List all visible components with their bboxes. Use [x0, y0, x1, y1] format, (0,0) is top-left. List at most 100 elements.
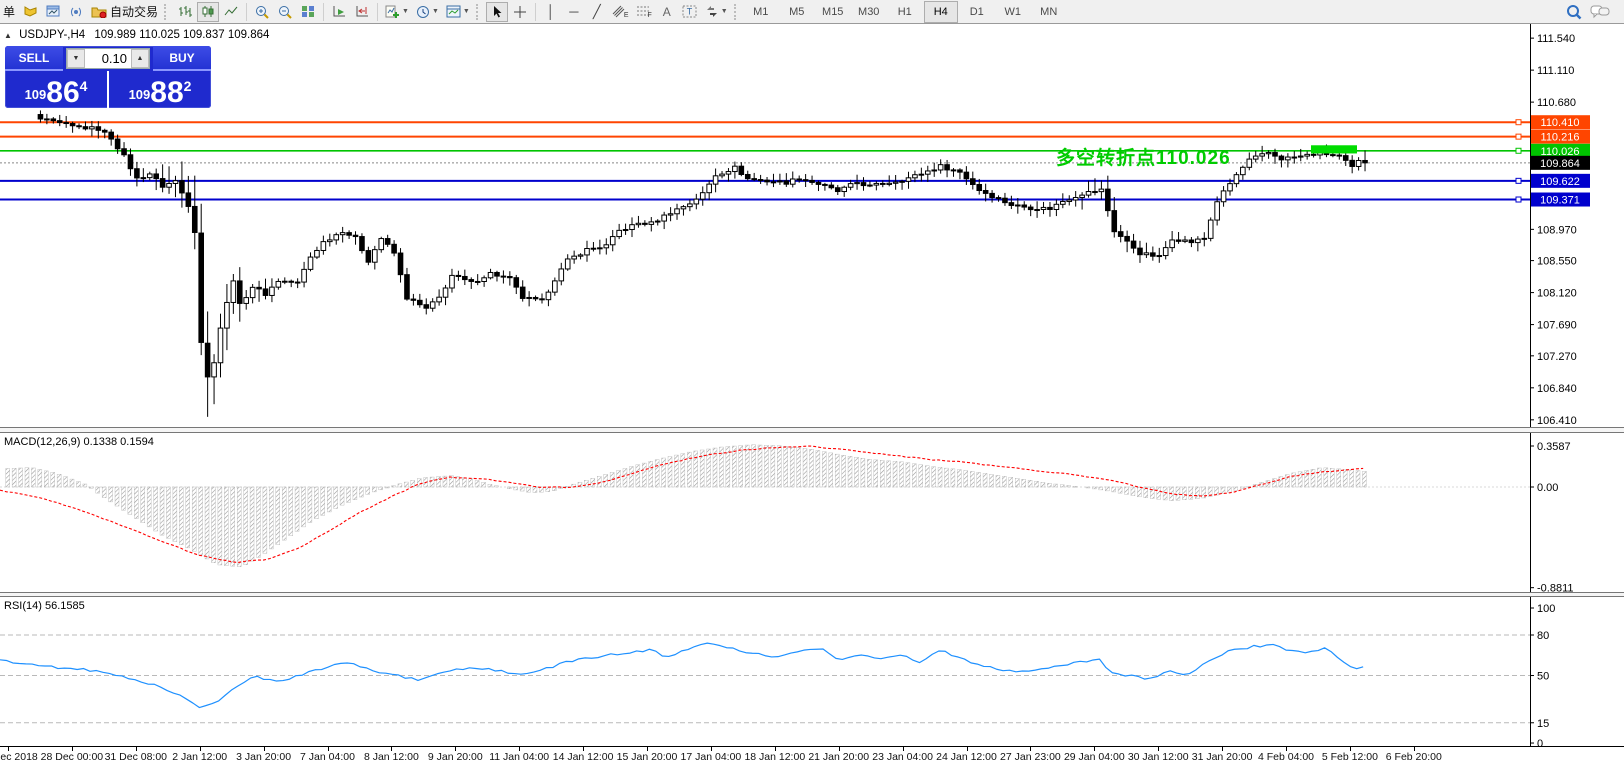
axis-tick-label: 15 [1537, 718, 1549, 730]
horizontal-line-icon: ─ [569, 5, 578, 18]
time-axis-label: 4 Feb 04:00 [1258, 751, 1314, 763]
chart-shift-button[interactable] [351, 2, 373, 22]
candle [578, 255, 583, 256]
text-label-tool[interactable]: T [679, 2, 701, 22]
candle [205, 343, 210, 377]
bar-chart-icon[interactable] [174, 2, 196, 22]
tf-mn-button[interactable]: MN [1032, 1, 1066, 23]
volume-decrease-button[interactable]: ▼ [67, 49, 85, 68]
templates-button[interactable]: ▼ [443, 2, 473, 22]
candlestick-chart-icon[interactable] [197, 2, 219, 22]
periods-button[interactable]: ▼ [413, 2, 442, 22]
price-chart[interactable]: 111.540111.110110.680108.970108.550108.1… [0, 24, 1624, 428]
axis-tick-label: 111.110 [1537, 65, 1574, 77]
autotrading-button[interactable]: 自动交易 [88, 2, 161, 22]
candle [514, 278, 519, 287]
crosshair-button[interactable] [509, 2, 531, 22]
tile-windows-button[interactable] [297, 2, 319, 22]
candle [1221, 191, 1226, 202]
toolbar-grip[interactable] [164, 4, 171, 20]
trendline-tool[interactable]: ╱ [586, 2, 608, 22]
axis-tick-label: 106.840 [1537, 383, 1577, 395]
zoom-in-icon [255, 5, 270, 19]
toolbar-separator [323, 3, 324, 21]
time-axis: 26 Dec 201828 Dec 00:0031 Dec 08:002 Jan… [0, 746, 1624, 768]
order-book-icon[interactable] [19, 2, 41, 22]
sell-price[interactable]: 109 86 4 [5, 71, 107, 108]
auto-scroll-button[interactable] [328, 2, 350, 22]
candle [257, 287, 262, 289]
window-icon [46, 5, 61, 18]
tf-d1-button[interactable]: D1 [960, 1, 994, 23]
fibonacci-tool[interactable]: F [633, 2, 655, 22]
rsi-chart[interactable]: 1008050150 [0, 597, 1624, 746]
horizontal-line-tool[interactable]: ─ [563, 2, 585, 22]
tf-h4-button[interactable]: H4 [924, 1, 958, 23]
toolbar-grip[interactable] [734, 4, 741, 20]
candle [1061, 201, 1066, 204]
candle [83, 127, 88, 129]
toolbar-grip[interactable] [476, 4, 483, 20]
candle [302, 269, 307, 282]
tf-m30-button[interactable]: M30 [852, 1, 886, 23]
candle [1228, 184, 1233, 191]
signals-icon[interactable] [65, 2, 87, 22]
candle [102, 130, 107, 132]
candle [983, 191, 988, 194]
text-tool[interactable]: A [656, 2, 678, 22]
sell-button[interactable]: SELL [5, 46, 63, 71]
tf-m5-button[interactable]: M5 [780, 1, 814, 23]
candle [405, 275, 410, 299]
zoom-out-button[interactable] [274, 2, 296, 22]
candle [919, 174, 924, 175]
buy-price[interactable]: 109 88 2 [109, 71, 211, 108]
candle [347, 233, 352, 236]
dropdown-arrow-icon: ▼ [402, 8, 409, 15]
candle [617, 230, 622, 236]
cursor-button[interactable] [486, 2, 508, 22]
arrows-tool[interactable]: ▼ [702, 2, 731, 22]
tf-m15-button[interactable]: M15 [816, 1, 850, 23]
clock-icon [416, 5, 430, 19]
candle [398, 253, 403, 275]
candle [340, 233, 345, 235]
candle [996, 198, 1001, 199]
zoom-in-button[interactable] [251, 2, 273, 22]
candle [1073, 198, 1078, 201]
chat-icon[interactable] [1590, 4, 1610, 19]
indicators-button[interactable]: ▼ [382, 2, 412, 22]
level-annotation-text: 多空转折点110.026 [1056, 143, 1231, 170]
channel-tool[interactable]: E [609, 2, 632, 22]
chart-window-icon[interactable] [42, 2, 64, 22]
time-axis-label: 6 Feb 20:00 [1386, 751, 1442, 763]
buy-button[interactable]: BUY [153, 46, 211, 71]
vertical-line-tool[interactable]: │ [540, 2, 562, 22]
candle [1260, 154, 1265, 156]
toolbar-right [1566, 4, 1624, 20]
book-icon [23, 5, 38, 18]
tf-m1-button[interactable]: M1 [744, 1, 778, 23]
candle [835, 188, 840, 192]
time-axis-label: 31 Dec 08:00 [105, 751, 167, 763]
new-order-label[interactable]: 单 [0, 3, 18, 20]
candle [508, 277, 513, 278]
volume-increase-button[interactable]: ▲ [131, 49, 149, 68]
search-icon[interactable] [1566, 4, 1582, 20]
text-icon: A [663, 6, 671, 18]
candle [154, 174, 159, 179]
line-chart-icon[interactable] [220, 2, 242, 22]
axis-tick-label: 0.3587 [1537, 441, 1571, 453]
candle [501, 276, 506, 277]
volume-input[interactable] [85, 49, 131, 68]
candle [778, 181, 783, 182]
candle [745, 174, 750, 178]
candle [790, 179, 795, 184]
tf-h1-button[interactable]: H1 [888, 1, 922, 23]
axis-tick-label: 107.270 [1537, 351, 1577, 363]
collapse-icon[interactable]: ▲ [4, 31, 12, 40]
tf-w1-button[interactable]: W1 [996, 1, 1030, 23]
axis-tick-label: 111.540 [1537, 33, 1575, 45]
macd-chart[interactable]: 0.35870.00-0.8811 [0, 433, 1624, 592]
candle [1086, 192, 1091, 196]
candle [604, 245, 609, 248]
